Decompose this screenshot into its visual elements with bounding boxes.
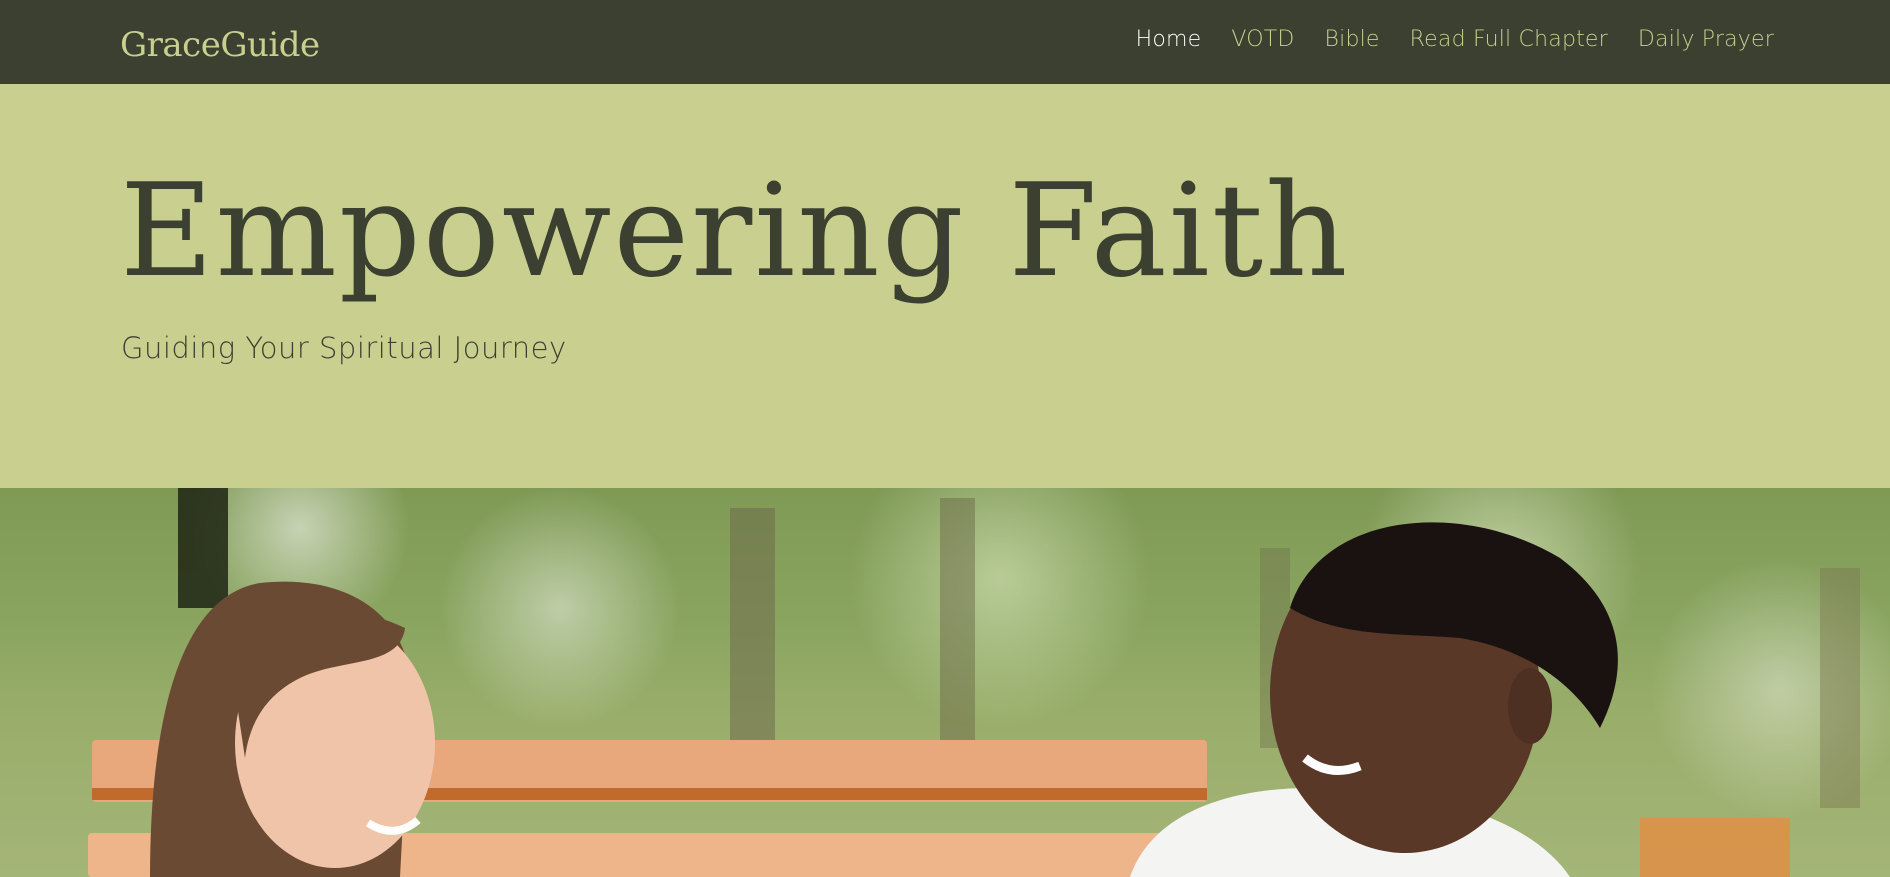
nav-home[interactable]: Home <box>1136 27 1202 52</box>
nav-bible[interactable]: Bible <box>1325 27 1380 52</box>
hero-photo <box>0 488 1890 877</box>
hero-title: Empowering Faith <box>120 157 1350 306</box>
top-navbar: GraceGuide Home VOTD Bible Read Full Cha… <box>0 0 1890 84</box>
nav-read-full-chapter[interactable]: Read Full Chapter <box>1410 27 1608 52</box>
hero-photo-illustration <box>88 488 1860 877</box>
hero-section: Empowering Faith Guiding Your Spiritual … <box>0 84 1890 488</box>
main-nav: Home VOTD Bible Read Full Chapter Daily … <box>1136 27 1774 52</box>
nav-votd[interactable]: VOTD <box>1231 27 1294 52</box>
nav-daily-prayer[interactable]: Daily Prayer <box>1638 27 1774 52</box>
hero-subtitle: Guiding Your Spiritual Journey <box>121 331 567 365</box>
brand-logo[interactable]: GraceGuide <box>120 25 320 65</box>
